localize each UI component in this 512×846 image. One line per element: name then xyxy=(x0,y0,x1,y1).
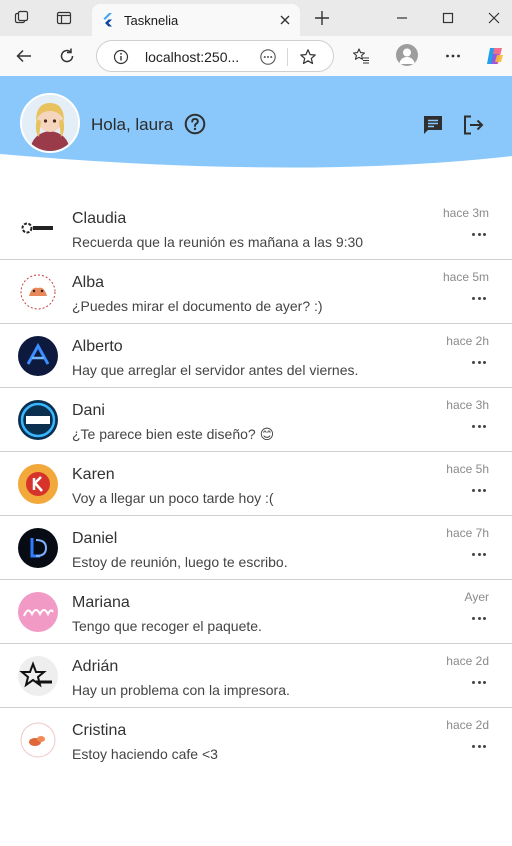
alberto-logo-icon xyxy=(18,336,58,376)
chat-message: Estoy haciendo cafe <3 xyxy=(72,746,218,762)
address-divider xyxy=(287,48,288,66)
close-window-icon[interactable] xyxy=(486,10,502,26)
mariana-logo-icon xyxy=(18,592,58,632)
chat-list: Claudia Recuerda que la reunión es mañan… xyxy=(0,196,512,772)
info-icon[interactable] xyxy=(113,49,129,65)
browser-tab-bar: Tasknelia xyxy=(0,0,512,36)
logout-icon[interactable] xyxy=(461,113,485,137)
daniel-logo-icon xyxy=(18,528,58,568)
more-options-icon[interactable] xyxy=(472,355,486,369)
cristina-logo-icon xyxy=(18,720,58,760)
chat-name: Daniel xyxy=(72,530,118,547)
alba-logo-icon xyxy=(18,272,58,312)
back-arrow-icon[interactable] xyxy=(15,47,33,65)
address-bar[interactable]: localhost:250... xyxy=(96,40,334,72)
messages-icon[interactable] xyxy=(421,113,445,137)
vertical-tabs-icon[interactable] xyxy=(55,9,73,27)
chat-row-cristina[interactable]: Cristina Estoy haciendo cafe <3 hace 2d xyxy=(0,708,512,772)
url-text[interactable]: localhost:250... xyxy=(145,49,239,65)
chat-row-claudia[interactable]: Claudia Recuerda que la reunión es mañan… xyxy=(0,196,512,260)
chat-name: Karen xyxy=(72,466,115,483)
more-options-icon[interactable] xyxy=(472,611,486,625)
more-options-icon[interactable] xyxy=(472,739,486,753)
more-options-icon[interactable] xyxy=(472,547,486,561)
chat-time: hace 5h xyxy=(446,462,489,476)
user-avatar-illustration-icon xyxy=(22,95,78,151)
chat-time: Ayer xyxy=(464,590,489,604)
maximize-icon[interactable] xyxy=(440,10,456,26)
more-menu-icon[interactable] xyxy=(444,47,462,65)
chat-message: Recuerda que la reunión es mañana a las … xyxy=(72,234,364,250)
minimize-icon[interactable] xyxy=(394,10,410,26)
chat-row-mariana[interactable]: Mariana Tengo que recoger el paquete. Ay… xyxy=(0,580,512,644)
chat-row-karen[interactable]: Karen Voy a llegar un poco tarde hoy :( … xyxy=(0,452,512,516)
chat-time: hace 5m xyxy=(442,270,489,284)
chat-message: Hay un problema con la impresora. xyxy=(72,682,290,698)
chat-row-dani[interactable]: Dani ¿Te parece bien este diseño? 😊 hace… xyxy=(0,388,512,452)
active-tab[interactable]: Tasknelia xyxy=(92,4,300,36)
chat-message: Estoy de reunión, luego te escribo. xyxy=(72,554,288,570)
chat-time: hace 3m xyxy=(442,206,489,220)
more-options-icon[interactable] xyxy=(472,675,486,689)
profile-avatar-icon[interactable] xyxy=(396,44,418,66)
chat-row-alberto[interactable]: Alberto Hay que arreglar el servidor ant… xyxy=(0,324,512,388)
karen-logo-icon xyxy=(18,464,58,504)
chat-message: Tengo que recoger el paquete. xyxy=(72,618,262,634)
chat-time: hace 2h xyxy=(446,334,489,348)
refresh-icon[interactable] xyxy=(58,47,76,65)
chat-name: Mariana xyxy=(72,594,130,611)
copilot-icon[interactable] xyxy=(484,45,506,67)
close-tab-icon[interactable] xyxy=(278,13,292,27)
chat-name: Claudia xyxy=(72,210,127,227)
help-icon[interactable] xyxy=(184,113,206,135)
more-options-icon[interactable] xyxy=(472,291,486,305)
chat-time: hace 3h xyxy=(446,398,489,412)
chat-name: Alba xyxy=(72,274,105,291)
chat-row-daniel[interactable]: Daniel Estoy de reunión, luego te escrib… xyxy=(0,516,512,580)
greeting-text: Hola, laura xyxy=(91,115,174,134)
chat-name: Adrián xyxy=(72,658,119,675)
favorites-list-icon[interactable] xyxy=(352,47,370,65)
chat-name: Cristina xyxy=(72,722,127,739)
browser-toolbar: localhost:250... xyxy=(0,36,512,76)
flutter-favicon-icon xyxy=(103,13,112,27)
chat-name: Alberto xyxy=(72,338,123,355)
user-avatar[interactable] xyxy=(20,93,80,153)
claudia-logo-icon xyxy=(18,208,58,248)
more-options-icon[interactable] xyxy=(472,419,486,433)
chat-time: hace 2d xyxy=(446,654,489,668)
tab-title: Tasknelia xyxy=(124,13,179,28)
chat-time: hace 2d xyxy=(446,718,489,732)
page-actions-icon[interactable] xyxy=(259,48,277,66)
chat-message: Hay que arreglar el servidor antes del v… xyxy=(72,362,359,378)
new-tab-icon[interactable] xyxy=(314,10,330,26)
more-options-icon[interactable] xyxy=(472,483,486,497)
adrian-logo-icon xyxy=(18,656,58,696)
chat-name: Dani xyxy=(72,402,105,419)
favorite-star-icon[interactable] xyxy=(299,48,317,66)
dani-logo-icon xyxy=(18,400,58,440)
workspaces-icon[interactable] xyxy=(13,9,31,27)
chat-row-adrian[interactable]: Adrián Hay un problema con la impresora.… xyxy=(0,644,512,708)
chat-message: ¿Te parece bien este diseño? 😊 xyxy=(72,426,275,442)
chat-time: hace 7h xyxy=(446,526,489,540)
app-root: Hola, laura Claudia Recuerda que la reun… xyxy=(0,76,512,846)
chat-row-alba[interactable]: Alba ¿Puedes mirar el documento de ayer?… xyxy=(0,260,512,324)
chat-message: ¿Puedes mirar el documento de ayer? :) xyxy=(72,298,323,314)
more-options-icon[interactable] xyxy=(472,227,486,241)
chat-message: Voy a llegar un poco tarde hoy :( xyxy=(72,490,274,506)
